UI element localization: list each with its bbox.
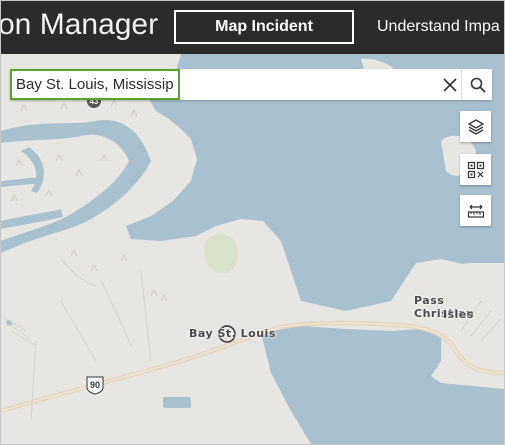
map-label-bay-st-louis: Bay St. Louis [189, 327, 276, 340]
layers-icon [467, 118, 484, 135]
search-input[interactable] [10, 69, 180, 100]
search-bar [10, 69, 492, 100]
header-bar: on Manager Map Incident Understand Impa [1, 1, 504, 54]
app-window: on Manager Map Incident Understand Impa [0, 0, 505, 445]
tab-map-incident[interactable]: Map Incident [174, 10, 354, 44]
qr-code-button[interactable] [460, 154, 491, 185]
measure-button[interactable] [460, 195, 491, 226]
search-icon [470, 77, 486, 93]
app-title: on Manager [1, 8, 159, 41]
measure-icon [467, 204, 484, 218]
basemap: 43 90 [1, 54, 504, 444]
qr-grid-icon [467, 161, 484, 178]
map-label-isles: Isles [443, 308, 474, 321]
layers-button[interactable] [460, 111, 491, 142]
map-view[interactable]: 43 90 Bay St. Louis Pass Christian Isles [1, 54, 504, 444]
close-icon [443, 77, 457, 92]
highway-shield-label: 90 [90, 380, 100, 390]
search-button[interactable] [461, 69, 493, 100]
tab-understand-impact[interactable]: Understand Impa [377, 18, 500, 36]
